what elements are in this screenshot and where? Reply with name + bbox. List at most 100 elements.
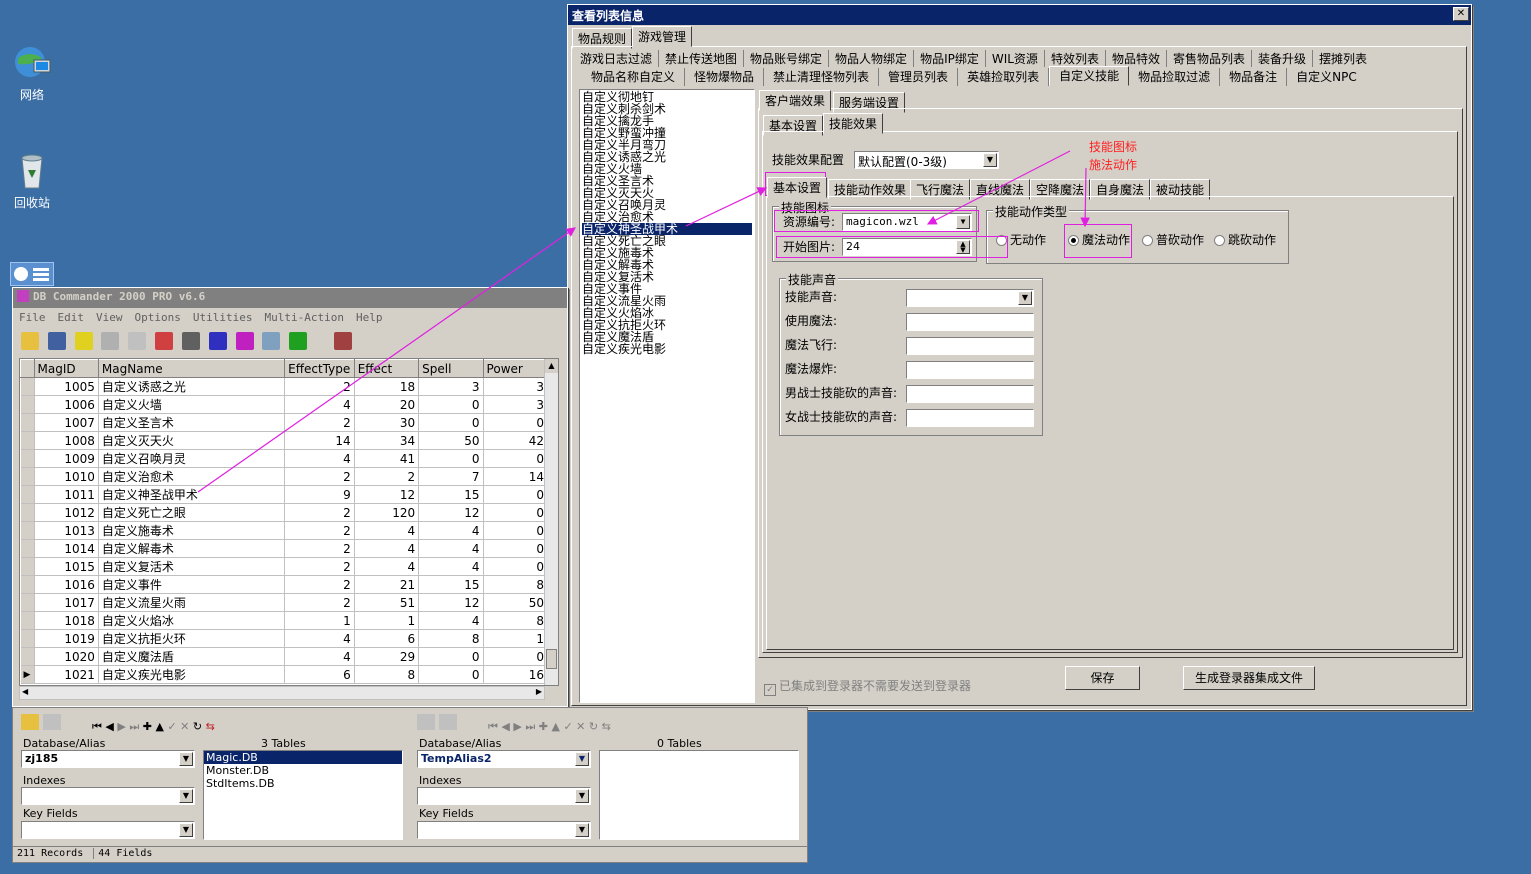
cell[interactable]: 0 xyxy=(418,413,484,432)
tab-game-management[interactable]: 游戏管理 xyxy=(632,26,693,47)
cell[interactable]: 20 xyxy=(354,395,420,414)
tab-hero-pickup[interactable]: 英雄捡取列表 xyxy=(958,68,1050,86)
column-header[interactable]: MagName xyxy=(97,359,286,378)
tab-no-clear-monsters[interactable]: 禁止清理怪物列表 xyxy=(764,68,880,86)
cell[interactable]: 1019 xyxy=(34,629,99,648)
tab-client-effect[interactable]: 客户端效果 xyxy=(759,90,832,111)
chart-icon[interactable] xyxy=(155,332,174,350)
menu-utilities[interactable]: Utilities xyxy=(193,311,253,324)
tab-item-ip-bind[interactable]: 物品IP绑定 xyxy=(914,50,986,67)
cell[interactable]: 自定义圣言术 xyxy=(98,413,286,432)
first-record-icon[interactable]: ⏮ xyxy=(92,720,102,733)
cell[interactable]: 1 xyxy=(284,611,355,630)
tab-inner-basic[interactable]: 基本设置 xyxy=(767,177,828,198)
table-row[interactable]: 1012 自定义死亡之眼 2 120 12 0 xyxy=(20,503,549,522)
cell[interactable]: 4 xyxy=(354,557,420,576)
cell[interactable]: 1010 xyxy=(34,467,99,486)
next-record-icon[interactable]: ▶ xyxy=(513,720,521,733)
close-button[interactable]: ✕ xyxy=(1453,7,1469,21)
cell[interactable]: 1005 xyxy=(34,377,99,396)
column-header[interactable]: Spell xyxy=(418,359,484,378)
cell[interactable]: 12 xyxy=(354,485,420,504)
cell[interactable]: 1017 xyxy=(34,593,99,612)
table-row[interactable]: 1009 自定义召唤月灵 4 41 0 0 xyxy=(20,449,549,468)
cell[interactable]: 9 xyxy=(284,485,355,504)
table-row[interactable]: 1020 自定义魔法盾 4 29 0 0 xyxy=(20,647,549,666)
cell[interactable]: 4 xyxy=(284,449,355,468)
cell[interactable]: 51 xyxy=(354,593,420,612)
table-icon[interactable] xyxy=(208,332,227,350)
refresh-icon[interactable]: ↻ xyxy=(193,720,202,733)
magic-explode-field[interactable] xyxy=(906,361,1034,379)
cell[interactable]: 12 xyxy=(418,593,484,612)
radio-jump-slash-action[interactable]: 跳砍动作 xyxy=(1214,231,1276,248)
cell[interactable]: 2 xyxy=(284,539,355,558)
records-grid[interactable]: MagID MagName EffectType Effect Spell Po… xyxy=(19,358,559,686)
table-row[interactable]: 1007 自定义圣言术 2 30 0 0 xyxy=(20,413,549,432)
cell[interactable]: 2 xyxy=(284,413,355,432)
cell[interactable]: 0 xyxy=(483,539,549,558)
cell[interactable]: 自定义魔法盾 xyxy=(98,647,286,666)
cell[interactable]: 自定义疾光电影 xyxy=(98,665,286,684)
table-row[interactable]: 1019 自定义抗拒火环 4 6 8 1 xyxy=(20,629,549,648)
cell[interactable]: 2 xyxy=(284,377,355,396)
left-keyfields-select[interactable]: ▼ xyxy=(21,821,195,839)
tab-effect-list[interactable]: 特效列表 xyxy=(1045,50,1106,67)
db-close-icon[interactable] xyxy=(42,714,61,730)
sort-icon[interactable]: ⇆ xyxy=(602,720,611,733)
cell[interactable]: 1018 xyxy=(34,611,99,630)
table-row[interactable]: 1014 自定义解毒术 2 4 4 0 xyxy=(20,539,549,558)
cell[interactable]: 4 xyxy=(418,521,484,540)
tab-admin-list[interactable]: 管理员列表 xyxy=(879,68,959,86)
cell[interactable]: 1016 xyxy=(34,575,99,594)
cell[interactable]: 1014 xyxy=(34,539,99,558)
db-close-icon[interactable] xyxy=(438,714,457,730)
runner-icon[interactable] xyxy=(289,332,308,350)
cell[interactable]: 1011 xyxy=(34,485,99,504)
cell[interactable]: 0 xyxy=(483,557,549,576)
cell[interactable]: 自定义治愈术 xyxy=(98,467,286,486)
cell[interactable]: 18 xyxy=(354,377,420,396)
cell[interactable]: 2 xyxy=(284,503,355,522)
menu-multi-action[interactable]: Multi-Action xyxy=(264,311,343,324)
chevron-down-icon[interactable]: ▼ xyxy=(179,752,193,766)
right-indexes-select[interactable]: ▼ xyxy=(417,787,591,805)
up-icon[interactable]: ▲ xyxy=(155,720,163,733)
right-db-select[interactable]: TempAlias2 ▼ xyxy=(417,750,591,768)
cell[interactable]: 自定义流星火雨 xyxy=(98,593,286,612)
cell[interactable]: 41 xyxy=(354,449,420,468)
right-keyfields-select[interactable]: ▼ xyxy=(417,821,591,839)
cell[interactable]: 3 xyxy=(418,377,484,396)
desktop-app-icon[interactable] xyxy=(10,262,54,286)
cell[interactable]: 自定义诱惑之光 xyxy=(98,377,286,396)
tab-log-filter[interactable]: 游戏日志过滤 xyxy=(574,50,660,67)
cell[interactable]: 1020 xyxy=(34,647,99,666)
cell[interactable]: 0 xyxy=(418,665,484,684)
chevron-down-icon[interactable]: ▼ xyxy=(575,789,589,803)
cell[interactable]: 自定义召唤月灵 xyxy=(98,449,286,468)
post-icon[interactable]: ✓ xyxy=(563,720,572,733)
tab-item-effects[interactable]: 物品特效 xyxy=(1106,50,1167,67)
cell[interactable]: 3 xyxy=(483,395,549,414)
cell[interactable]: 1008 xyxy=(34,431,99,450)
cell[interactable]: 15 xyxy=(418,575,484,594)
first-record-icon[interactable]: ⏮ xyxy=(488,720,498,733)
prev-record-icon[interactable]: ◀ xyxy=(501,720,509,733)
cell[interactable]: 4 xyxy=(418,539,484,558)
male-warrior-sound-field[interactable] xyxy=(906,385,1034,403)
sort-icon[interactable]: ⇆ xyxy=(206,720,215,733)
table-row[interactable]: 1011 自定义神圣战甲术 9 12 15 0 xyxy=(20,485,549,504)
cancel-icon[interactable]: ✕ xyxy=(180,720,189,733)
cell[interactable]: 0 xyxy=(483,503,549,522)
desktop-icon-recycle-bin[interactable]: 回收站 xyxy=(2,150,62,211)
table-row-current[interactable]: ▶ 1021 自定义疾光电影 6 8 0 16 xyxy=(20,665,549,684)
cell[interactable]: 0 xyxy=(483,521,549,540)
cell[interactable]: 4 xyxy=(418,611,484,630)
cell[interactable]: 1 xyxy=(354,611,420,630)
table-row[interactable]: 1017 自定义流星火雨 2 51 12 50 xyxy=(20,593,549,612)
exit-icon[interactable] xyxy=(334,332,353,350)
cell[interactable]: 0 xyxy=(418,647,484,666)
table-row[interactable]: 1006 自定义火墙 4 20 0 3 xyxy=(20,395,549,414)
tab-custom-skills[interactable]: 自定义技能 xyxy=(1049,66,1130,86)
radio-slash-action[interactable]: 普砍动作 xyxy=(1142,231,1204,248)
